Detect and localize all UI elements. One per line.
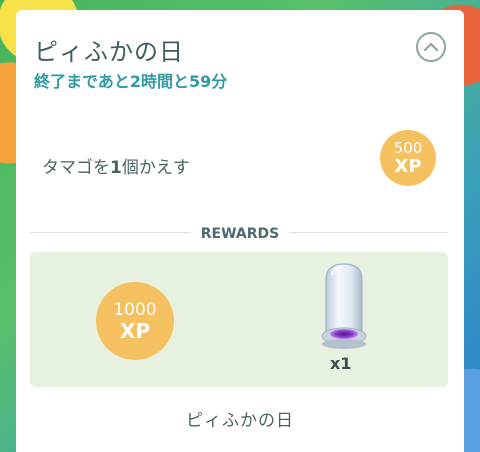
rewards-heading: REWARDS (16, 223, 464, 242)
event-card: ピィふかの日 終了まであと2時間と59分 タマゴを1個かえす 500 XP RE… (16, 10, 464, 452)
task-description: タマゴを1個かえす (42, 153, 190, 178)
event-footer-label: ピィふかの日 (186, 411, 294, 431)
incense-icon (321, 263, 367, 349)
task-count: 1 (110, 158, 122, 178)
rewards-panel (30, 252, 448, 387)
collapse-button[interactable] (416, 32, 446, 62)
task-xp-unit: XP (394, 155, 422, 177)
rewards-heading-text: REWARDS (190, 226, 290, 242)
time-remaining: 終了まであと2時間と59分 (34, 72, 228, 91)
reward-item-quantity: x1 (330, 354, 352, 373)
reward-xp-unit: XP (119, 318, 151, 343)
event-title: ピィふかの日 (34, 38, 184, 66)
task-prefix: タマゴを (42, 158, 110, 178)
task-xp-badge: 500 XP (380, 130, 436, 186)
reward-xp-badge: 1000 XP (96, 282, 174, 360)
task-suffix: 個かえす (121, 158, 190, 178)
task-xp-amount: 500 (393, 138, 423, 157)
reward-xp-amount: 1000 (113, 299, 157, 320)
chevron-up-icon (423, 42, 439, 52)
